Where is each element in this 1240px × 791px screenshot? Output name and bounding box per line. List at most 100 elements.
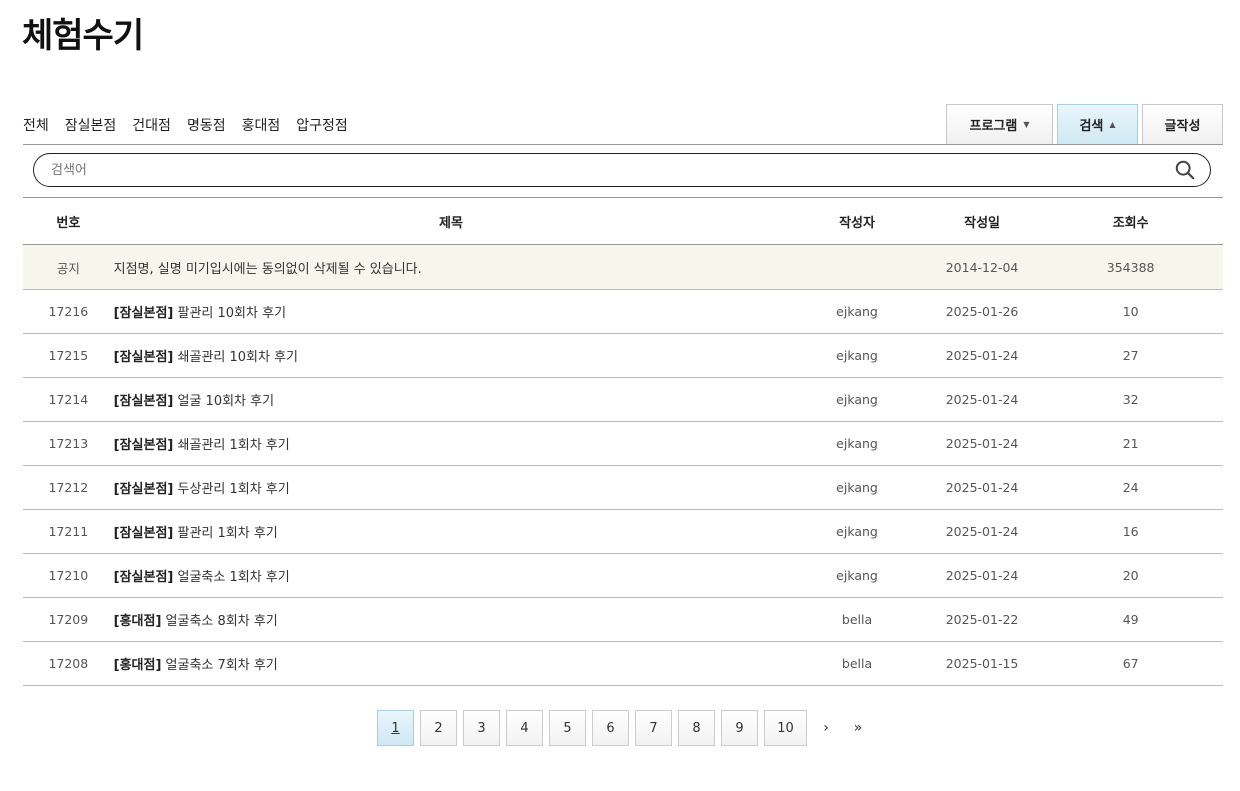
row-title[interactable]: [홍대점] 얼굴축소 7회차 후기 [113,641,789,686]
branch-tag: [잠실본점] [113,350,174,365]
pagination: 1 2 3 4 5 6 7 8 9 10 › » [377,710,871,746]
title-text[interactable]: 얼굴축소 1회차 후기 [173,570,290,585]
row-title[interactable]: [잠실본점] 얼굴 10회차 후기 [113,377,789,422]
row-views: 16 [1038,509,1223,554]
tab-kondae[interactable]: 건대점 [132,115,171,135]
notice-label: 공지 [23,244,114,290]
table-row[interactable]: 17209 [홍대점] 얼굴축소 8회차 후기 bella 2025-01-22 49 [23,597,1223,642]
search-input[interactable] [49,161,1174,179]
notice-views: 354388 [1038,244,1223,290]
page-button[interactable]: 3 [463,710,500,746]
page-button[interactable]: 2 [420,710,457,746]
header-views: 조회수 [1038,198,1223,245]
table-row[interactable]: 17215 [잠실본점] 쇄골관리 10회차 후기 ejkang 2025-01-24… [23,333,1223,378]
caret-up-icon: ▲ [1109,120,1116,129]
notice-author [788,244,926,290]
table-row[interactable]: 17214 [잠실본점] 얼굴 10회차 후기 ejkang 2025-01-24 32 [23,377,1223,422]
row-title[interactable]: [잠실본점] 두상관리 1회차 후기 [113,465,789,510]
search-icon[interactable] [1174,159,1196,181]
write-button[interactable]: 글작성 [1142,104,1223,144]
next-page-button[interactable]: › [813,720,839,736]
row-date: 2025-01-24 [925,509,1039,554]
row-title[interactable]: [잠실본점] 팔관리 1회차 후기 [113,509,789,554]
row-no: 17209 [23,597,114,642]
row-author: bella [788,597,926,642]
row-date: 2025-01-24 [925,421,1039,466]
last-page-button[interactable]: » [845,720,871,736]
table-row[interactable]: 17213 [잠실본점] 쇄골관리 1회차 후기 ejkang 2025-01-24 2… [23,421,1223,466]
branch-tag: [잠실본점] [113,526,174,541]
row-title[interactable]: [잠실본점] 쇄골관리 1회차 후기 [113,421,789,466]
row-views: 27 [1038,333,1223,378]
tab-myeongdong[interactable]: 명동점 [187,115,226,135]
header-title: 제목 [113,198,789,245]
branch-tag: [잠실본점] [113,570,174,585]
notice-row[interactable]: 공지 지점명, 실명 미기입시에는 동의없이 삭제될 수 있습니다. 2014-… [23,244,1223,290]
title-text[interactable]: 얼굴축소 8회차 후기 [161,614,278,629]
row-views: 32 [1038,377,1223,422]
title-text[interactable]: 팔관리 10회차 후기 [173,306,287,321]
page-button[interactable]: 5 [549,710,586,746]
category-tabs: 전체 잠실본점 건대점 명동점 홍대점 압구정점 [23,115,348,135]
write-button-label: 글작성 [1164,119,1201,134]
search-button-label: 검색 [1079,119,1104,134]
row-views: 24 [1038,465,1223,510]
row-no: 17208 [23,641,114,686]
row-title[interactable]: [홍대점] 얼굴축소 8회차 후기 [113,597,789,642]
title-text[interactable]: 두상관리 1회차 후기 [173,482,290,497]
row-date: 2025-01-26 [925,289,1039,334]
page-button[interactable]: 9 [721,710,758,746]
table-row[interactable]: 17212 [잠실본점] 두상관리 1회차 후기 ejkang 2025-01-24 2… [23,465,1223,510]
row-title[interactable]: [잠실본점] 팔관리 10회차 후기 [113,289,789,334]
title-text[interactable]: 쇄골관리 10회차 후기 [173,350,299,365]
title-text[interactable]: 얼굴축소 7회차 후기 [161,658,278,673]
row-no: 17211 [23,509,114,554]
program-button[interactable]: 프로그램 ▼ [946,104,1053,144]
branch-tag: [홍대점] [113,614,162,629]
branch-tag: [잠실본점] [113,482,174,497]
search-bar [33,153,1211,187]
tab-all[interactable]: 전체 [23,115,49,135]
page-button[interactable]: 1 [377,710,414,746]
toolbar: 프로그램 ▼ 검색 ▲ 글작성 [946,104,1223,144]
table-row[interactable]: 17210 [잠실본점] 얼굴축소 1회차 후기 ejkang 2025-01-24 2… [23,553,1223,598]
title-text[interactable]: 팔관리 1회차 후기 [173,526,278,541]
table-row[interactable]: 17208 [홍대점] 얼굴축소 7회차 후기 bella 2025-01-15 67 [23,641,1223,686]
caret-down-icon: ▼ [1023,120,1030,129]
header-author: 작성자 [788,198,926,245]
page-button[interactable]: 7 [635,710,672,746]
row-no: 17214 [23,377,114,422]
page-button[interactable]: 6 [592,710,629,746]
row-date: 2025-01-22 [925,597,1039,642]
branch-tag: [홍대점] [113,658,162,673]
row-date: 2025-01-24 [925,465,1039,510]
branch-tag: [잠실본점] [113,306,174,321]
tab-hongdae[interactable]: 홍대점 [242,115,281,135]
tab-jamsil[interactable]: 잠실본점 [65,115,117,135]
table-header-row: 번호 제목 작성자 작성일 조회수 [23,198,1223,245]
search-toggle-button[interactable]: 검색 ▲ [1057,104,1138,144]
page-button[interactable]: 4 [506,710,543,746]
row-no: 17215 [23,333,114,378]
row-views: 10 [1038,289,1223,334]
row-author: ejkang [788,333,926,378]
program-button-label: 프로그램 [969,119,1018,134]
tab-apgujeong[interactable]: 압구정점 [296,115,348,135]
row-no: 17213 [23,421,114,466]
row-author: ejkang [788,465,926,510]
notice-title[interactable]: 지점명, 실명 미기입시에는 동의없이 삭제될 수 있습니다. [113,244,789,290]
row-title[interactable]: [잠실본점] 쇄골관리 10회차 후기 [113,333,789,378]
row-no: 17210 [23,553,114,598]
row-title[interactable]: [잠실본점] 얼굴축소 1회차 후기 [113,553,789,598]
title-text[interactable]: 쇄골관리 1회차 후기 [173,438,290,453]
title-text[interactable]: 얼굴 10회차 후기 [173,394,275,409]
table-row[interactable]: 17216 [잠실본점] 팔관리 10회차 후기 ejkang 2025-01-26 1… [23,289,1223,334]
row-date: 2025-01-24 [925,333,1039,378]
row-author: bella [788,641,926,686]
table-row[interactable]: 17211 [잠실본점] 팔관리 1회차 후기 ejkang 2025-01-24 16 [23,509,1223,554]
branch-tag: [잠실본점] [113,438,174,453]
row-author: ejkang [788,421,926,466]
row-author: ejkang [788,377,926,422]
page-button[interactable]: 8 [678,710,715,746]
page-button[interactable]: 10 [764,710,807,746]
